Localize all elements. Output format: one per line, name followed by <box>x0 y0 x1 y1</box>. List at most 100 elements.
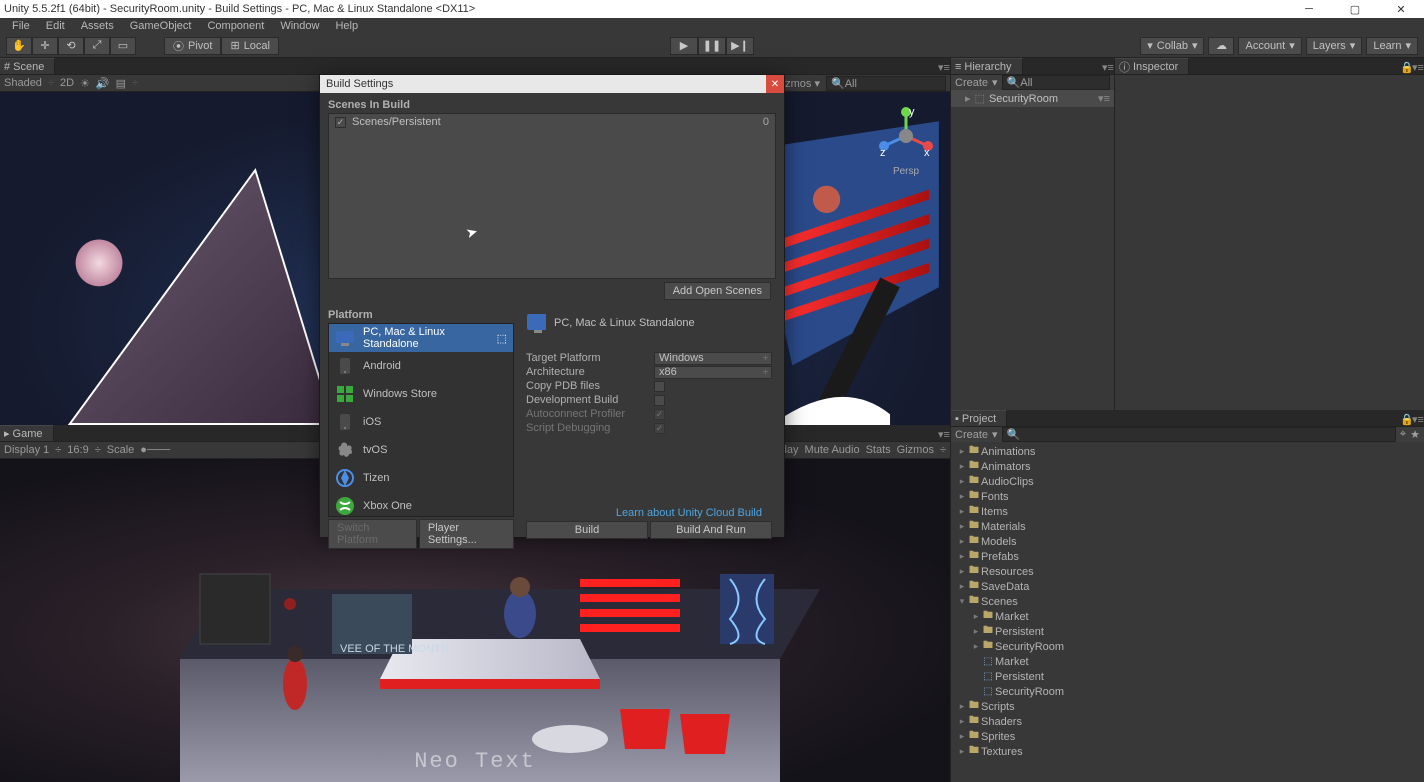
cloud-button[interactable]: ☁ <box>1208 37 1234 55</box>
fold-icon[interactable]: ▸ <box>957 506 967 517</box>
platform-item[interactable]: tvOS <box>329 436 513 464</box>
2d-toggle[interactable]: 2D <box>60 77 74 89</box>
layout-dropdown[interactable]: Learn ▾ <box>1366 37 1418 55</box>
scene-asset[interactable]: ⬚SecurityRoom <box>951 684 1424 699</box>
hand-tool[interactable]: ✋ <box>6 37 32 55</box>
folder-item[interactable]: ▸🖿Persistent <box>951 624 1424 639</box>
menu-component[interactable]: Component <box>199 20 272 32</box>
folder-item[interactable]: ▸🖿Shaders <box>951 714 1424 729</box>
maximize-button[interactable]: ▢ <box>1332 0 1378 18</box>
layers-dropdown[interactable]: Layers ▾ <box>1306 37 1363 55</box>
hierarchy-search[interactable]: 🔍All <box>1002 75 1110 90</box>
folder-item[interactable]: ▸🖿AudioClips <box>951 474 1424 489</box>
pause-button[interactable]: ❚❚ <box>698 37 726 55</box>
build-and-run-button[interactable]: Build And Run <box>650 521 772 539</box>
player-settings-button[interactable]: Player Settings... <box>419 519 514 549</box>
close-button[interactable]: ✕ <box>1378 0 1424 18</box>
account-dropdown[interactable]: Account ▾ <box>1238 37 1301 55</box>
folder-item[interactable]: ▸🖿SaveData <box>951 579 1424 594</box>
platform-item[interactable]: Windows Store <box>329 380 513 408</box>
fold-icon[interactable]: ▸ <box>957 731 967 742</box>
tab-menu-icon[interactable]: ▾≡ <box>938 428 950 441</box>
target-platform-select[interactable]: Windows <box>654 352 772 365</box>
mute-toggle[interactable]: Mute Audio <box>805 444 860 456</box>
rotate-tool[interactable]: ⟲ <box>58 37 84 55</box>
tab-menu-icon[interactable]: ▾≡ <box>1102 61 1114 74</box>
folder-item[interactable]: ▸🖿Animators <box>951 459 1424 474</box>
fold-icon[interactable]: ▸ <box>957 461 967 472</box>
fold-icon[interactable]: ▸ <box>957 701 967 712</box>
folder-item[interactable]: ▸🖿Resources <box>951 564 1424 579</box>
fold-icon[interactable]: ▸ <box>957 746 967 757</box>
menu-window[interactable]: Window <box>272 20 327 32</box>
add-open-scenes-button[interactable]: Add Open Scenes <box>664 282 771 300</box>
folder-item[interactable]: ▸🖿Animations <box>951 444 1424 459</box>
lock-icon[interactable]: 🔒 <box>1400 61 1412 74</box>
aspect-dropdown[interactable]: 16:9 <box>67 444 88 456</box>
game-tab[interactable]: ▸ Game <box>0 425 54 441</box>
step-button[interactable]: ▶❙ <box>726 37 754 55</box>
local-toggle[interactable]: ⊞ Local <box>221 37 279 55</box>
scene-asset[interactable]: ⬚Market <box>951 654 1424 669</box>
scene-asset[interactable]: ⬚Persistent <box>951 669 1424 684</box>
fold-icon[interactable]: ▾ <box>957 596 967 607</box>
dev-build-checkbox[interactable] <box>654 395 665 406</box>
fold-icon[interactable]: ▸ <box>957 551 967 562</box>
stats-toggle[interactable]: Stats <box>866 444 891 456</box>
menu-edit[interactable]: Edit <box>38 20 73 32</box>
platform-item[interactable]: Android <box>329 352 513 380</box>
folder-item[interactable]: ▸🖿Scripts <box>951 699 1424 714</box>
folder-item[interactable]: ▾🖿Scenes <box>951 594 1424 609</box>
fold-icon[interactable]: ▸ <box>957 521 967 532</box>
folder-item[interactable]: ▸🖿Prefabs <box>951 549 1424 564</box>
options-icon[interactable]: ▾≡ <box>1098 92 1110 105</box>
rect-tool[interactable]: ▭ <box>110 37 136 55</box>
scale-tool[interactable]: ⤢ <box>84 37 110 55</box>
hierarchy-tab[interactable]: ≡ Hierarchy <box>951 58 1023 74</box>
menu-assets[interactable]: Assets <box>73 20 122 32</box>
platform-item[interactable]: iOS <box>329 408 513 436</box>
tab-menu-icon[interactable]: ▾≡ <box>1412 61 1424 74</box>
scene-row[interactable]: ✓ Scenes/Persistent 0 <box>329 114 775 130</box>
orientation-gizmo[interactable]: y x z Persp <box>876 106 936 166</box>
menu-gameobject[interactable]: GameObject <box>122 20 200 32</box>
scenes-list[interactable]: ✓ Scenes/Persistent 0 Add Open Scenes <box>328 113 776 279</box>
switch-platform-button[interactable]: Switch Platform <box>328 519 417 549</box>
build-button[interactable]: Build <box>526 521 648 539</box>
platform-item[interactable]: Xbox One <box>329 492 513 520</box>
dialog-close-button[interactable]: ✕ <box>766 75 784 93</box>
audio-toggle[interactable]: 🔊 <box>96 77 110 90</box>
scene-tab[interactable]: # Scene <box>0 58 55 74</box>
display-dropdown[interactable]: Display 1 <box>4 444 49 456</box>
collab-dropdown[interactable]: ▾ Collab ▾ <box>1140 37 1204 55</box>
minimize-button[interactable]: ─ <box>1286 0 1332 18</box>
folder-item[interactable]: ▸🖿Sprites <box>951 729 1424 744</box>
project-create[interactable]: Create <box>955 429 988 441</box>
play-button[interactable]: ▶ <box>670 37 698 55</box>
project-search[interactable]: 🔍 <box>1002 427 1396 442</box>
fold-icon[interactable]: ▸ <box>957 716 967 727</box>
scene-search[interactable]: 🔍All <box>826 76 946 91</box>
fold-icon[interactable]: ▸ <box>957 536 967 547</box>
menu-help[interactable]: Help <box>327 20 366 32</box>
pivot-toggle[interactable]: ⦿ Pivot <box>164 37 221 55</box>
fold-icon[interactable]: ▸ <box>971 626 981 637</box>
tab-menu-icon[interactable]: ▾≡ <box>1412 413 1424 426</box>
cloud-build-link[interactable]: Learn about Unity Cloud Build <box>526 505 772 521</box>
lock-icon[interactable]: 🔒 <box>1400 413 1412 426</box>
fold-icon[interactable]: ▸ <box>957 581 967 592</box>
hierarchy-create[interactable]: Create <box>955 77 988 89</box>
folder-item[interactable]: ▸🖿Models <box>951 534 1424 549</box>
hierarchy-root[interactable]: ▸ ⬚ SecurityRoom ▾≡ <box>951 90 1114 107</box>
filter-icon-2[interactable]: ★ <box>1410 428 1420 441</box>
game-gizmos-dropdown[interactable]: Gizmos <box>897 444 934 456</box>
fold-icon[interactable]: ▸ <box>971 611 981 622</box>
fold-icon[interactable]: ▸ <box>957 566 967 577</box>
platform-item[interactable]: Tizen <box>329 464 513 492</box>
shading-dropdown[interactable]: Shaded <box>4 77 42 89</box>
platform-item[interactable]: PC, Mac & Linux Standalone⬚ <box>329 324 513 352</box>
dialog-titlebar[interactable]: Build Settings ✕ <box>320 75 784 93</box>
folder-item[interactable]: ▸🖿Items <box>951 504 1424 519</box>
fx-toggle[interactable]: ▤ <box>116 77 126 90</box>
folder-item[interactable]: ▸🖿Market <box>951 609 1424 624</box>
